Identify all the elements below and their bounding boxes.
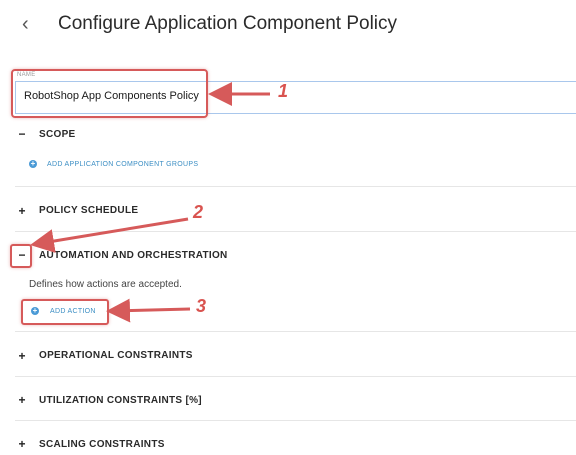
callout-number-3: 3: [196, 296, 207, 316]
callout-number-2: 2: [193, 202, 204, 222]
callout-number-1: 1: [278, 81, 289, 101]
callout-arrow-2: [30, 217, 189, 253]
callout-arrows: [30, 82, 270, 323]
callout-arrow-3: [106, 298, 191, 323]
